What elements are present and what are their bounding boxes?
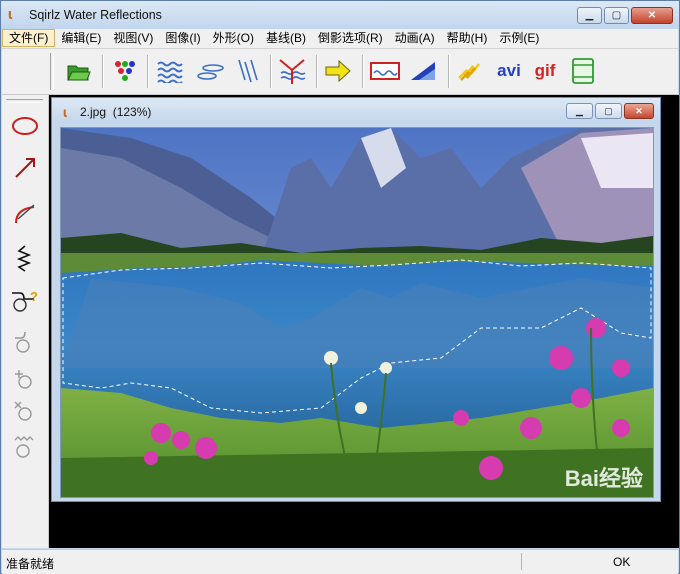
file-name: 2.jpg <box>80 105 107 119</box>
flash-icon <box>458 63 480 81</box>
child-close-button[interactable]: ✕ <box>624 103 654 119</box>
child-title-bar[interactable]: ɩ 2.jpg (123%) ▁ ▢ ✕ <box>52 98 660 124</box>
maximize-icon: ▢ <box>604 105 613 116</box>
baseline-help-icon: ? <box>12 289 38 312</box>
maximize-icon: ▢ <box>611 10 622 21</box>
status-bar: 准备就绪 OK <box>2 549 678 574</box>
arc-icon <box>15 204 35 224</box>
menu-view[interactable]: 视图(V) <box>107 29 159 47</box>
baseline-tool-1[interactable] <box>10 327 40 357</box>
minimize-icon: ▁ <box>576 105 583 116</box>
panel-button[interactable] <box>568 57 598 85</box>
menu-shape[interactable]: 外形(O) <box>207 29 260 47</box>
menu-examples[interactable]: 示例(E) <box>493 29 545 47</box>
baseline-move-icon <box>15 370 32 389</box>
baseline-tool-3[interactable] <box>10 395 40 425</box>
baseline-icon <box>15 331 30 353</box>
color-dots-icon <box>115 61 135 81</box>
left-toolbar-grip[interactable] <box>6 99 43 103</box>
color-dots-button[interactable] <box>110 57 140 85</box>
triangle-button[interactable] <box>408 57 438 85</box>
close-icon: ✕ <box>647 10 657 21</box>
svg-text:?: ? <box>30 289 38 304</box>
lake-photo <box>61 128 653 497</box>
arrow-button[interactable] <box>323 57 353 85</box>
toolbar: avi gif <box>2 49 678 95</box>
waves-icon <box>157 61 183 83</box>
folder-open-icon <box>67 65 91 81</box>
ellipse-tool[interactable] <box>10 111 40 141</box>
open-button[interactable] <box>64 57 94 85</box>
image-child-window: ɩ 2.jpg (123%) ▁ ▢ ✕ Bai经验 <box>51 97 661 502</box>
gif-button[interactable]: gif <box>530 57 560 85</box>
mdi-workspace: ɩ 2.jpg (123%) ▁ ▢ ✕ Bai经验 <box>49 95 679 548</box>
maximize-button[interactable]: ▢ <box>604 7 629 24</box>
ripples-button[interactable] <box>196 57 226 85</box>
gif-label: gif <box>534 61 556 80</box>
menu-edit[interactable]: 编辑(E) <box>55 29 107 47</box>
avi-button[interactable]: avi <box>494 57 524 85</box>
toolbar-separator <box>147 55 149 88</box>
menu-animation[interactable]: 动画(A) <box>389 29 441 47</box>
status-text: 准备就绪 <box>6 557 55 571</box>
status-separator <box>521 553 522 570</box>
baseline-tool-2[interactable] <box>10 363 40 393</box>
panel-icon <box>572 58 594 84</box>
zigzag-icon <box>16 245 32 272</box>
window-controls: ▁ ▢ ✕ <box>577 7 673 24</box>
minimize-button[interactable]: ▁ <box>577 7 602 24</box>
avi-label: avi <box>497 61 521 80</box>
child-minimize-button[interactable]: ▁ <box>566 103 593 119</box>
title-bar[interactable]: ɩ Sqirlz Water Reflections ▁ ▢ ✕ <box>1 1 679 29</box>
menu-bar: 文件(F) 编辑(E) 视图(V) 图像(I) 外形(O) 基线(B) 倒影选项… <box>2 29 678 49</box>
flash-button[interactable] <box>456 57 486 85</box>
funnel-button[interactable] <box>278 57 308 85</box>
ripples-icon <box>197 64 224 80</box>
baseline-rotate-icon <box>14 401 32 421</box>
app-icon: ɩ <box>8 6 13 23</box>
arrow-tool[interactable] <box>10 153 40 183</box>
menu-reflection-options[interactable]: 倒影选项(R) <box>312 29 389 47</box>
arrow-draw-icon <box>15 158 35 178</box>
waves-button[interactable] <box>156 57 186 85</box>
close-button[interactable]: ✕ <box>631 7 673 24</box>
menu-help[interactable]: 帮助(H) <box>441 29 494 47</box>
rain-button[interactable] <box>234 57 264 85</box>
baseline-wave-icon <box>14 436 34 458</box>
yellow-arrow-icon <box>325 59 351 83</box>
ellipse-icon <box>12 117 38 135</box>
rain-icon <box>238 59 258 83</box>
baseline-tool-4[interactable] <box>10 431 40 461</box>
child-window-controls: ▁ ▢ ✕ <box>566 103 654 119</box>
toolbar-separator <box>362 55 364 88</box>
triangle-icon <box>411 62 435 80</box>
child-title: 2.jpg (123%) <box>80 105 151 119</box>
app-window: ɩ Sqirlz Water Reflections ▁ ▢ ✕ 文件(F) 编… <box>0 0 680 574</box>
preview-button[interactable] <box>370 57 400 85</box>
arc-tool[interactable] <box>10 199 40 229</box>
funnel-icon <box>279 59 306 84</box>
minimize-icon: ▁ <box>585 10 594 21</box>
image-canvas[interactable]: Bai经验 <box>60 127 654 498</box>
toolbar-separator <box>270 55 272 88</box>
toolbar-separator <box>102 55 104 88</box>
toolbar-separator <box>448 55 450 88</box>
zigzag-tool[interactable] <box>10 243 40 273</box>
menu-file[interactable]: 文件(F) <box>2 29 56 47</box>
close-icon: ✕ <box>635 105 643 116</box>
left-toolbar: ? <box>2 95 49 548</box>
child-maximize-button[interactable]: ▢ <box>595 103 622 119</box>
toolbar-separator <box>316 55 318 88</box>
baseline-help-tool[interactable]: ? <box>10 285 40 315</box>
status-ok: OK <box>613 555 631 569</box>
zoom-level: (123%) <box>112 105 152 119</box>
menu-image[interactable]: 图像(I) <box>159 29 206 47</box>
child-app-icon: ɩ <box>63 104 67 120</box>
window-title: Sqirlz Water Reflections <box>29 8 162 22</box>
toolbar-grip[interactable] <box>50 53 54 90</box>
preview-frame-icon <box>370 62 400 80</box>
menu-baseline[interactable]: 基线(B) <box>260 29 312 47</box>
